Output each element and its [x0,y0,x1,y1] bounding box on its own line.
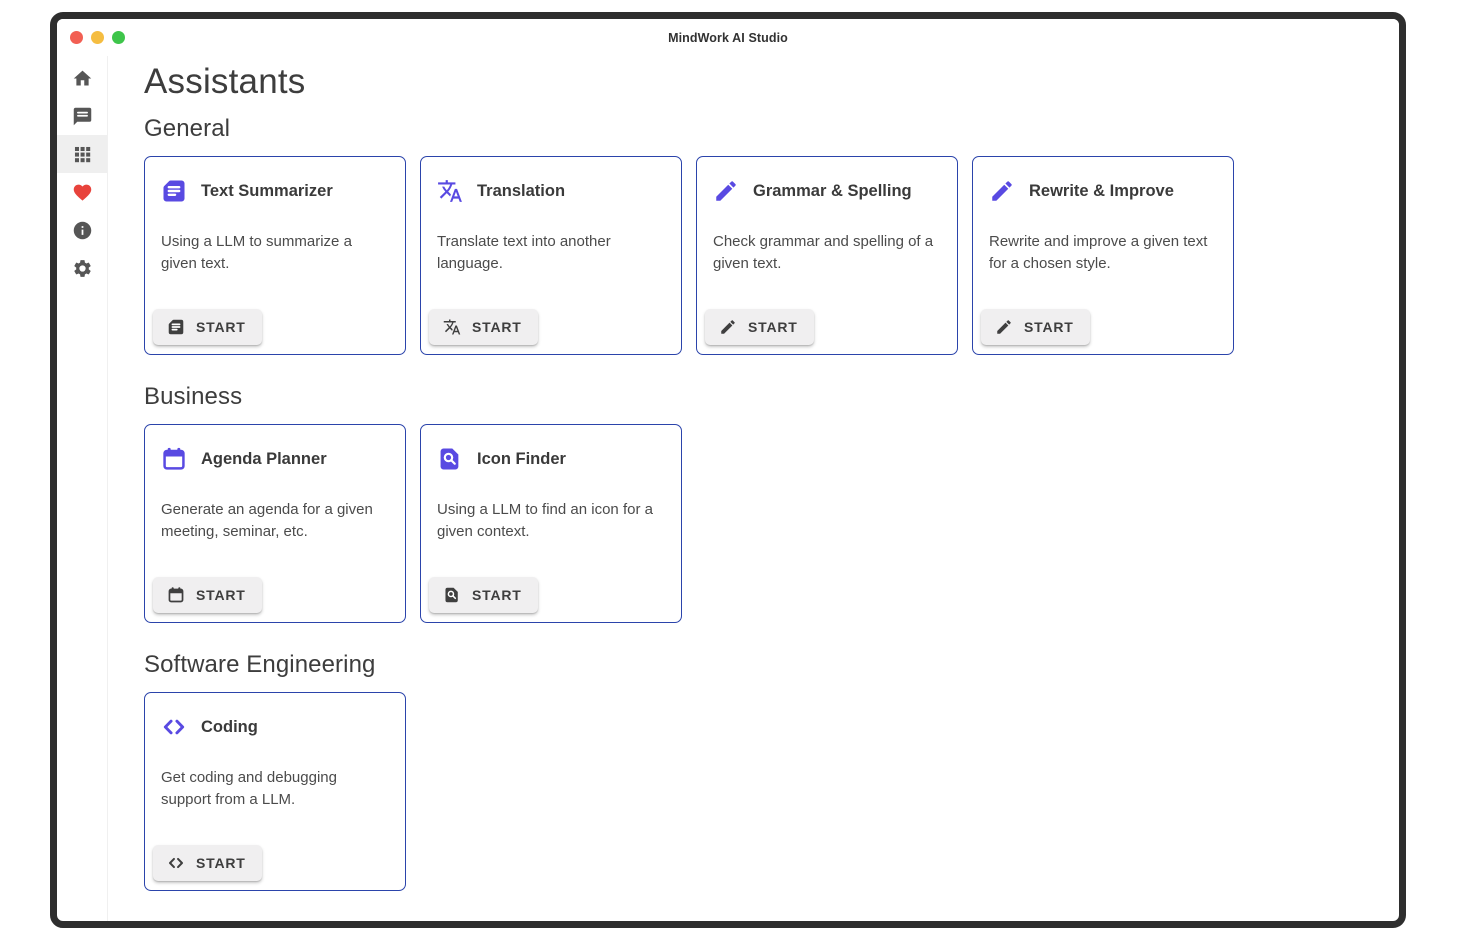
card-title: Icon Finder [477,450,566,469]
assistant-section: General Text Summarizer Using a LLM to s… [144,115,1379,355]
start-button[interactable]: START [981,309,1090,345]
card-description: Using a LLM to find an icon for a given … [437,499,665,543]
card-description: Generate an agenda for a given meeting, … [161,499,389,543]
card-header: Rewrite & Improve [989,178,1217,204]
start-button-label: START [196,587,246,603]
translate-icon [437,178,463,204]
sidebar-item-home[interactable] [57,59,107,97]
start-button[interactable]: START [153,309,262,345]
start-button[interactable]: START [705,309,814,345]
iconsearch-icon [443,586,461,604]
card-header: Coding [161,714,389,740]
edit-icon [719,318,737,336]
card-header: Grammar & Spelling [713,178,941,204]
section-heading: Software Engineering [144,651,1379,679]
start-button-label: START [1024,319,1074,335]
assistant-section: Business Agenda Planner Generate an agen… [144,383,1379,623]
start-button[interactable]: START [429,577,538,613]
summarize-icon [161,178,187,204]
close-button[interactable] [70,31,83,44]
sidebar-item-assistants[interactable] [57,135,107,173]
card-title: Coding [201,718,258,737]
traffic-lights [70,19,125,56]
start-button[interactable]: START [429,309,538,345]
zoom-button[interactable] [112,31,125,44]
start-button-label: START [472,587,522,603]
start-button[interactable]: START [153,845,262,881]
start-button-label: START [196,855,246,871]
card-title: Translation [477,182,565,201]
heart-icon [72,182,93,203]
card-row: Text Summarizer Using a LLM to summarize… [144,156,1379,355]
gear-icon [72,258,93,279]
card-title: Agenda Planner [201,450,327,469]
card-description: Check grammar and spelling of a given te… [713,231,941,275]
edit-icon [995,318,1013,336]
card-title: Text Summarizer [201,182,333,201]
start-button-label: START [748,319,798,335]
assistant-card: Text Summarizer Using a LLM to summarize… [144,156,406,355]
card-description: Translate text into another language. [437,231,665,275]
card-row: Coding Get coding and debugging support … [144,692,1379,891]
chat-icon [72,106,93,127]
section-heading: Business [144,383,1379,411]
assistant-card: Grammar & Spelling Check grammar and spe… [696,156,958,355]
card-header: Translation [437,178,665,204]
card-header: Icon Finder [437,446,665,472]
card-description: Using a LLM to summarize a given text. [161,231,389,275]
iconsearch-icon [437,446,463,472]
card-row: Agenda Planner Generate an agenda for a … [144,424,1379,623]
page-title: Assistants [144,62,1379,102]
start-button[interactable]: START [153,577,262,613]
app-title: MindWork AI Studio [668,31,788,45]
assistant-section: Software Engineering Coding Get coding a… [144,651,1379,891]
content-area: Assistants General Text Summarizer Using… [108,56,1399,921]
card-description: Get coding and debugging support from a … [161,767,389,811]
sidebar-item-supporters[interactable] [57,173,107,211]
minimize-button[interactable] [91,31,104,44]
home-icon [72,68,93,89]
assistant-card: Rewrite & Improve Rewrite and improve a … [972,156,1234,355]
app-window: MindWork AI Studio Assistants General Te… [50,12,1406,928]
summarize-icon [167,318,185,336]
card-header: Agenda Planner [161,446,389,472]
card-title: Rewrite & Improve [1029,182,1174,201]
card-description: Rewrite and improve a given text for a c… [989,231,1217,275]
assistant-card: Translation Translate text into another … [420,156,682,355]
sidebar-item-chats[interactable] [57,97,107,135]
info-icon [72,220,93,241]
code-icon [167,854,185,872]
apps-grid-icon [72,144,93,165]
sidebar-item-about[interactable] [57,211,107,249]
edit-icon [989,178,1015,204]
sidebar [57,56,108,921]
assistant-card: Icon Finder Using a LLM to find an icon … [420,424,682,623]
edit-icon [713,178,739,204]
sidebar-item-settings[interactable] [57,249,107,287]
card-title: Grammar & Spelling [753,182,912,201]
start-button-label: START [472,319,522,335]
calendar-icon [167,586,185,604]
start-button-label: START [196,319,246,335]
titlebar: MindWork AI Studio [57,19,1399,56]
assistant-card: Agenda Planner Generate an agenda for a … [144,424,406,623]
code-icon [161,714,187,740]
calendar-icon [161,446,187,472]
card-header: Text Summarizer [161,178,389,204]
translate-icon [443,318,461,336]
section-heading: General [144,115,1379,143]
assistant-card: Coding Get coding and debugging support … [144,692,406,891]
